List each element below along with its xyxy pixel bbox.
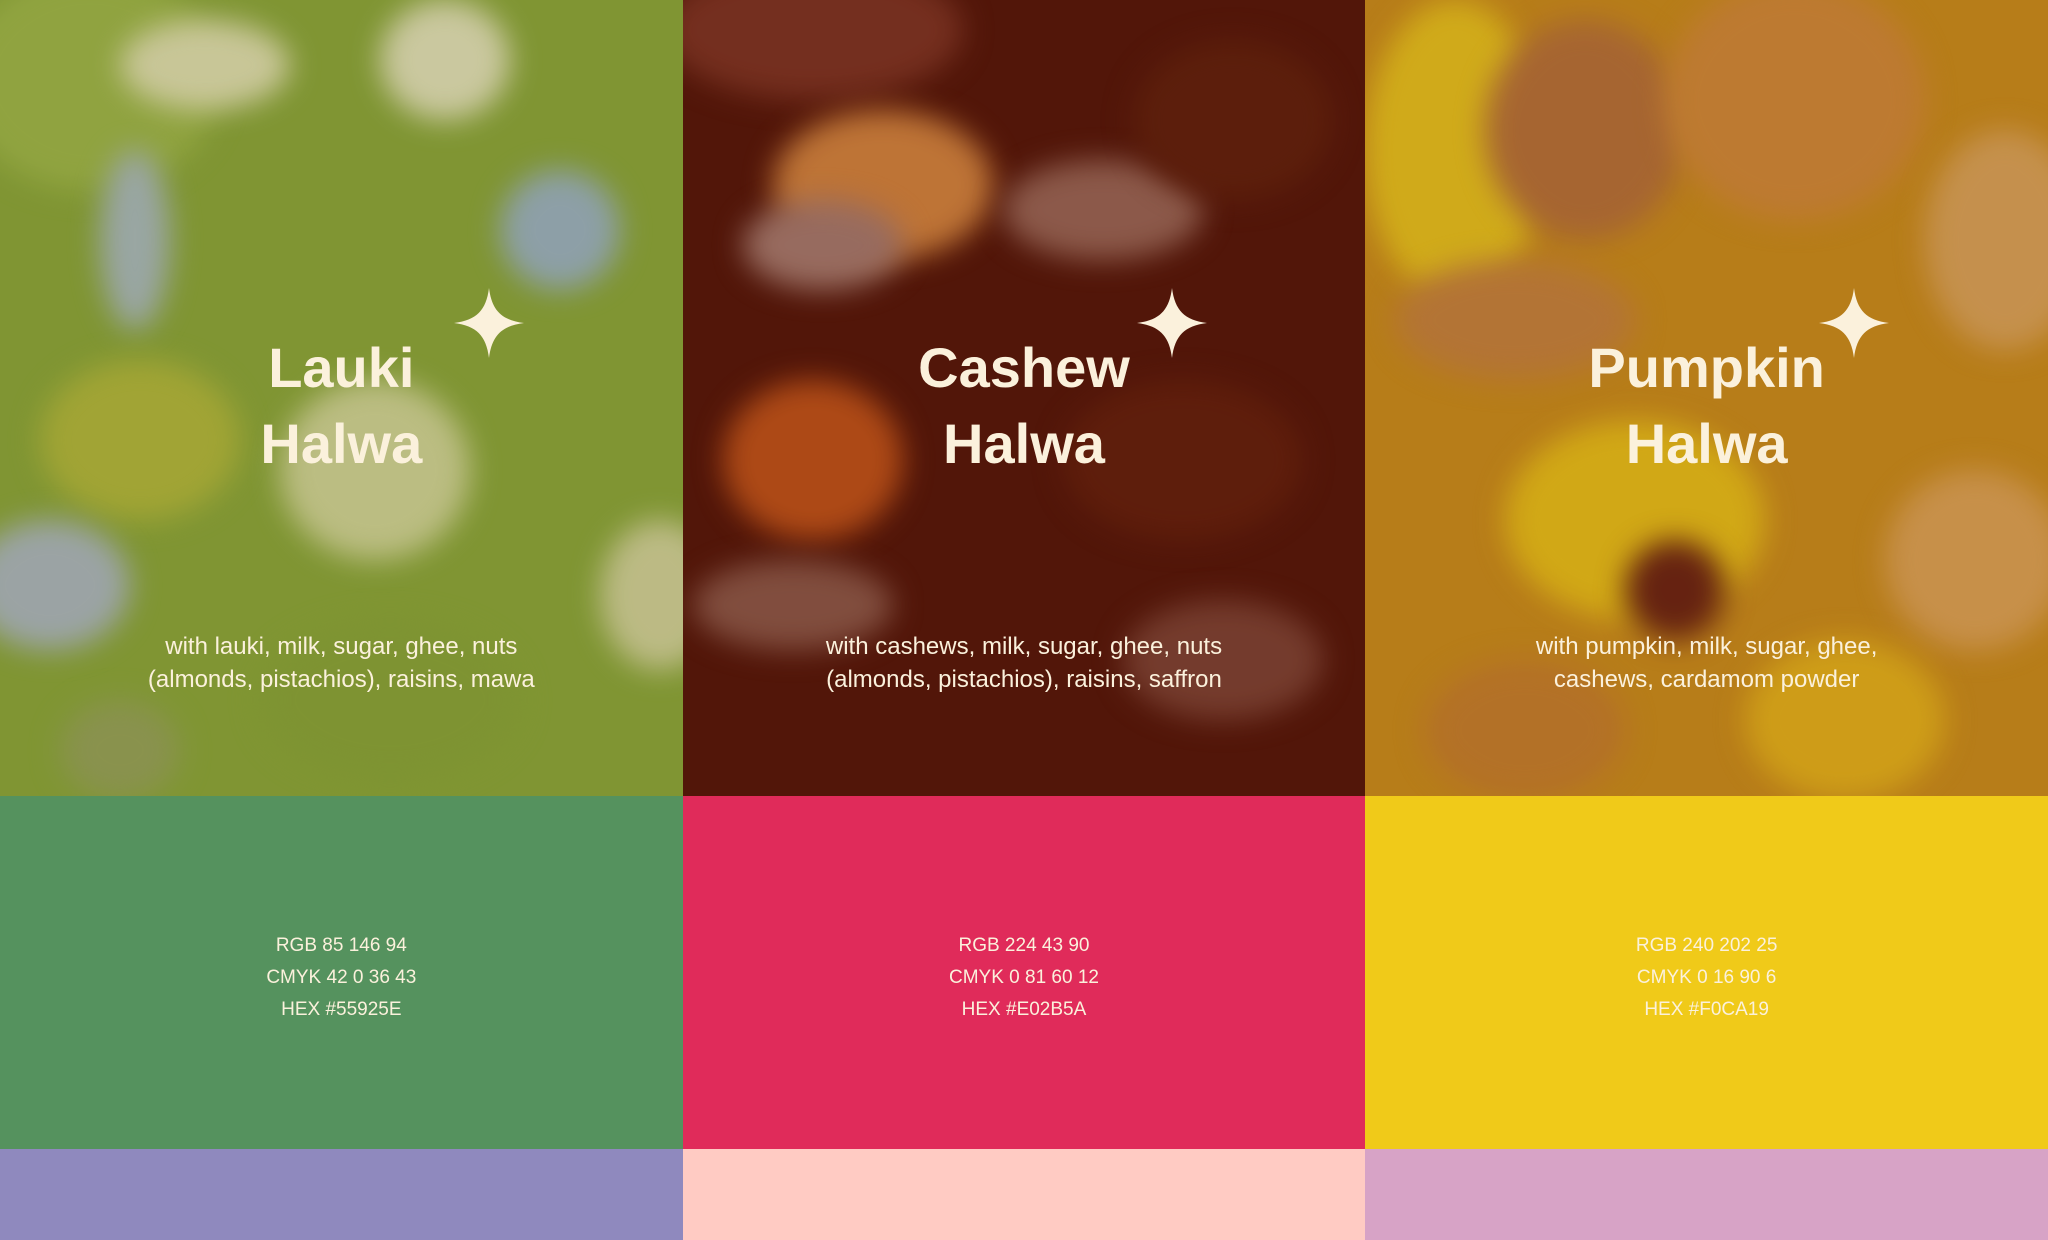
rgb-value: RGB 240 202 25 xyxy=(1635,935,1778,956)
rgb-value: RGB 224 43 90 xyxy=(958,935,1090,956)
column-lauki-halwa: Lauki Halwa with lauki, milk, sugar, ghe… xyxy=(0,0,683,1240)
dish-ingredients: with pumpkin, milk, sugar, ghee, cashews… xyxy=(1365,630,2048,696)
primary-color-swatch: RGB 240 202 25 CMYK 0 16 90 6 HEX #F0CA1… xyxy=(1365,796,2048,1149)
primary-color-swatch: RGB 85 146 94 CMYK 42 0 36 43 HEX #55925… xyxy=(0,796,683,1149)
cmyk-value: CMYK 0 81 60 12 xyxy=(948,967,1099,988)
halwa-color-palette-board: Lauki Halwa with lauki, milk, sugar, ghe… xyxy=(0,0,2048,1240)
color-codes: RGB 240 202 25 CMYK 0 16 90 6 HEX #F0CA1… xyxy=(1365,930,2048,1026)
hex-value: HEX #F0CA19 xyxy=(1644,999,1769,1020)
column-pumpkin-halwa: Pumpkin Halwa with pumpkin, milk, sugar,… xyxy=(1365,0,2048,1240)
title-line-1: Pumpkin xyxy=(1588,336,1825,399)
cmyk-value: CMYK 0 16 90 6 xyxy=(1636,967,1777,988)
accent-color-swatch xyxy=(1365,1149,2048,1240)
ingredients-line-1: with cashews, milk, sugar, ghee, nuts xyxy=(825,633,1223,660)
color-codes: RGB 224 43 90 CMYK 0 81 60 12 HEX #E02B5… xyxy=(683,930,1366,1026)
column-cashew-halwa: Cashew Halwa with cashews, milk, sugar, … xyxy=(682,0,1366,1240)
title-line-2: Halwa xyxy=(1625,412,1788,475)
title-line-2: Halwa xyxy=(943,412,1105,475)
title-line-2: Halwa xyxy=(260,412,423,475)
primary-color-swatch: RGB 224 43 90 CMYK 0 81 60 12 HEX #E02B5… xyxy=(682,796,1366,1149)
ingredients-line-1: with pumpkin, milk, sugar, ghee, xyxy=(1535,633,1878,660)
title-line-1: Lauki xyxy=(268,336,415,399)
hex-value: HEX #E02B5A xyxy=(961,999,1087,1020)
dish-title: Lauki Halwa xyxy=(0,330,683,482)
hex-value: HEX #55925E xyxy=(281,999,402,1020)
ingredients-line-2: cashews, cardamom powder xyxy=(1553,666,1860,693)
ingredients-line-2: (almonds, pistachios), raisins, mawa xyxy=(147,666,535,693)
accent-color-swatch xyxy=(682,1149,1366,1240)
dish-title: Pumpkin Halwa xyxy=(1365,330,2048,482)
dish-ingredients: with lauki, milk, sugar, ghee, nuts (alm… xyxy=(0,630,683,696)
dish-title: Cashew Halwa xyxy=(683,330,1366,482)
ingredients-line-2: (almonds, pistachios), raisins, saffron xyxy=(826,666,1222,693)
cmyk-value: CMYK 42 0 36 43 xyxy=(266,967,417,988)
ingredients-line-1: with lauki, milk, sugar, ghee, nuts xyxy=(165,633,518,660)
rgb-value: RGB 85 146 94 xyxy=(275,935,407,956)
accent-color-swatch xyxy=(0,1149,683,1240)
color-codes: RGB 85 146 94 CMYK 42 0 36 43 HEX #55925… xyxy=(0,930,683,1026)
dish-ingredients: with cashews, milk, sugar, ghee, nuts (a… xyxy=(683,630,1366,696)
title-line-1: Cashew xyxy=(918,336,1130,399)
